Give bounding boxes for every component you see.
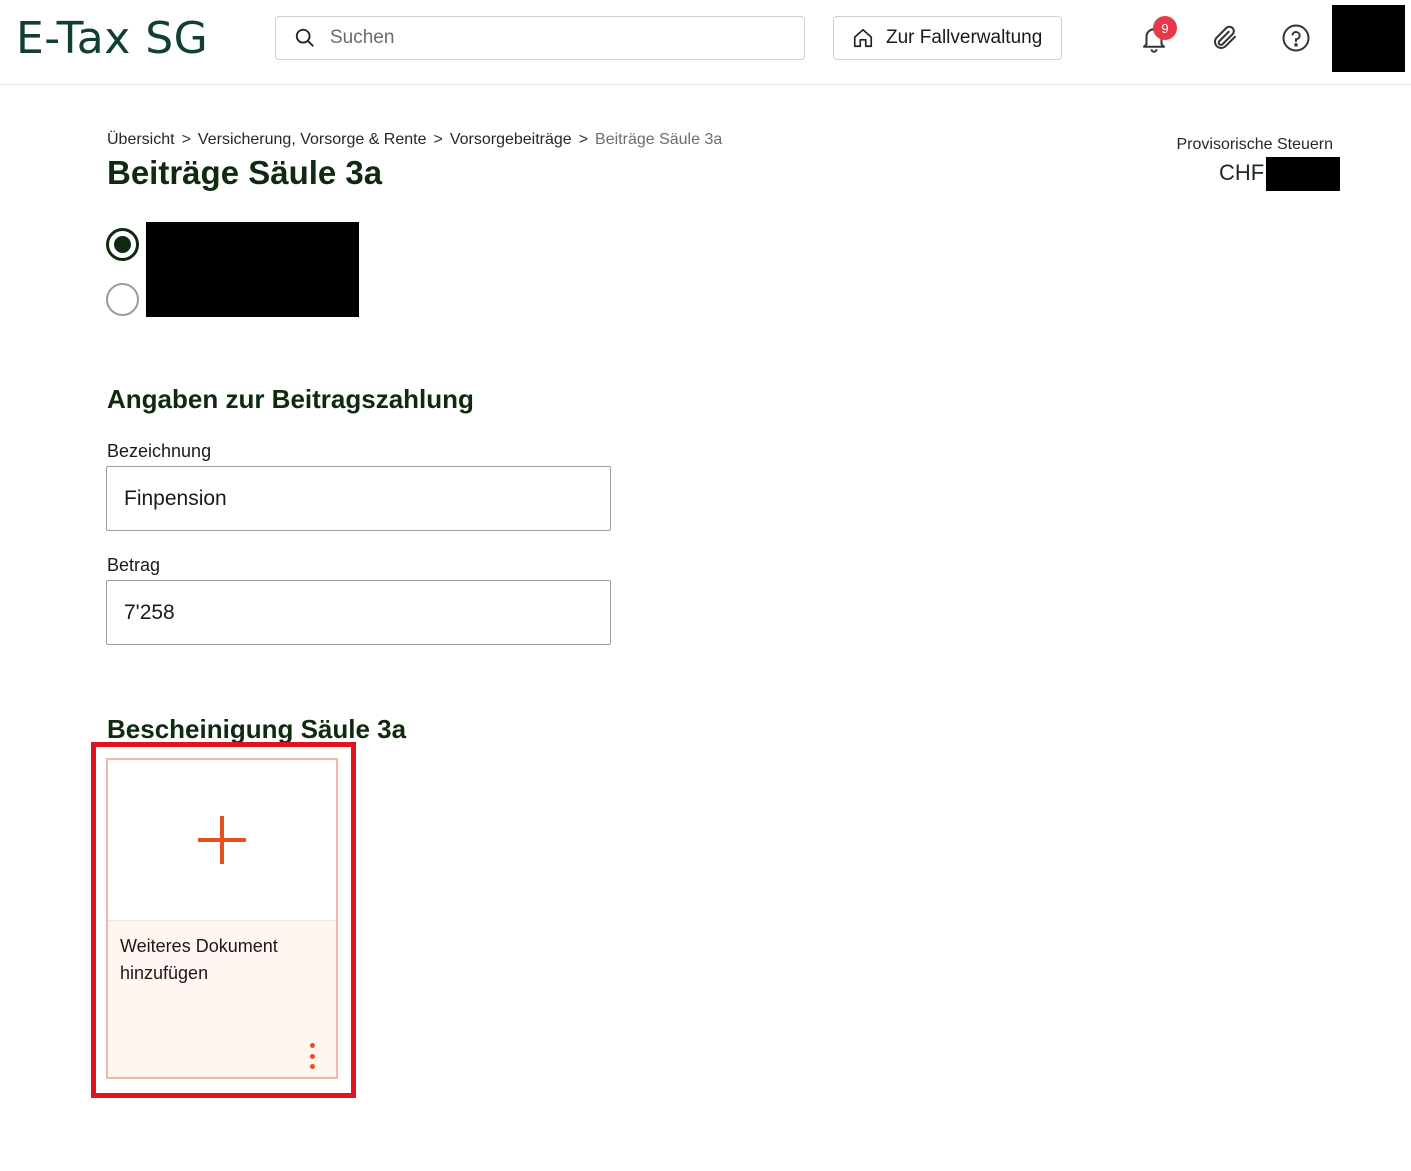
- case-management-button[interactable]: Zur Fallverwaltung: [833, 16, 1062, 60]
- payment-section-title: Angaben zur Beitragszahlung: [107, 384, 474, 414]
- top-header: E-Tax SG Zur Fallverwaltung 9: [0, 0, 1411, 85]
- paperclip-icon: [1214, 25, 1236, 49]
- provisional-tax-amount-redacted: [1266, 157, 1340, 191]
- person-radio-1[interactable]: [106, 228, 139, 261]
- breadcrumb-separator: >: [578, 131, 589, 148]
- designation-label: Bezeichnung: [107, 441, 212, 461]
- breadcrumb-current: Beiträge Säule 3a: [595, 131, 723, 148]
- attachments-button[interactable]: [1205, 18, 1245, 58]
- user-avatar[interactable]: [1332, 5, 1405, 72]
- help-button[interactable]: [1276, 18, 1316, 58]
- amount-label: Betrag: [107, 555, 161, 575]
- search-box[interactable]: [275, 16, 805, 60]
- breadcrumb-item-insurance[interactable]: Versicherung, Vorsorge & Rente: [198, 131, 427, 149]
- notification-badge: 9: [1153, 16, 1177, 40]
- breadcrumb-separator: >: [433, 131, 443, 148]
- breadcrumb-item-contributions[interactable]: Vorsorgebeiträge: [450, 131, 572, 149]
- search-icon: [295, 28, 314, 47]
- breadcrumb-separator: >: [181, 131, 191, 148]
- app-logo[interactable]: E-Tax SG: [16, 12, 208, 66]
- case-management-label: Zur Fallverwaltung: [886, 27, 1043, 48]
- provisional-tax-currency: CHF: [1219, 160, 1265, 185]
- amount-field[interactable]: [106, 580, 611, 645]
- designation-field[interactable]: [106, 466, 611, 531]
- breadcrumb: Übersicht > Versicherung, Vorsorge & Ren…: [107, 131, 722, 149]
- home-icon: [853, 28, 873, 48]
- designation-input[interactable]: [107, 467, 610, 530]
- breadcrumb-item-overview[interactable]: Übersicht: [107, 131, 175, 149]
- help-icon: [1282, 24, 1310, 52]
- person-options-redacted: [146, 222, 359, 317]
- highlight-box: [91, 742, 356, 1098]
- provisional-tax-label: Provisorische Steuern: [1176, 136, 1333, 153]
- amount-input[interactable]: [107, 581, 610, 644]
- certificate-section-title: Bescheinigung Säule 3a: [107, 714, 407, 744]
- page-title: Beiträge Säule 3a: [107, 154, 383, 191]
- search-input[interactable]: [330, 27, 790, 49]
- person-radio-2[interactable]: [106, 283, 139, 316]
